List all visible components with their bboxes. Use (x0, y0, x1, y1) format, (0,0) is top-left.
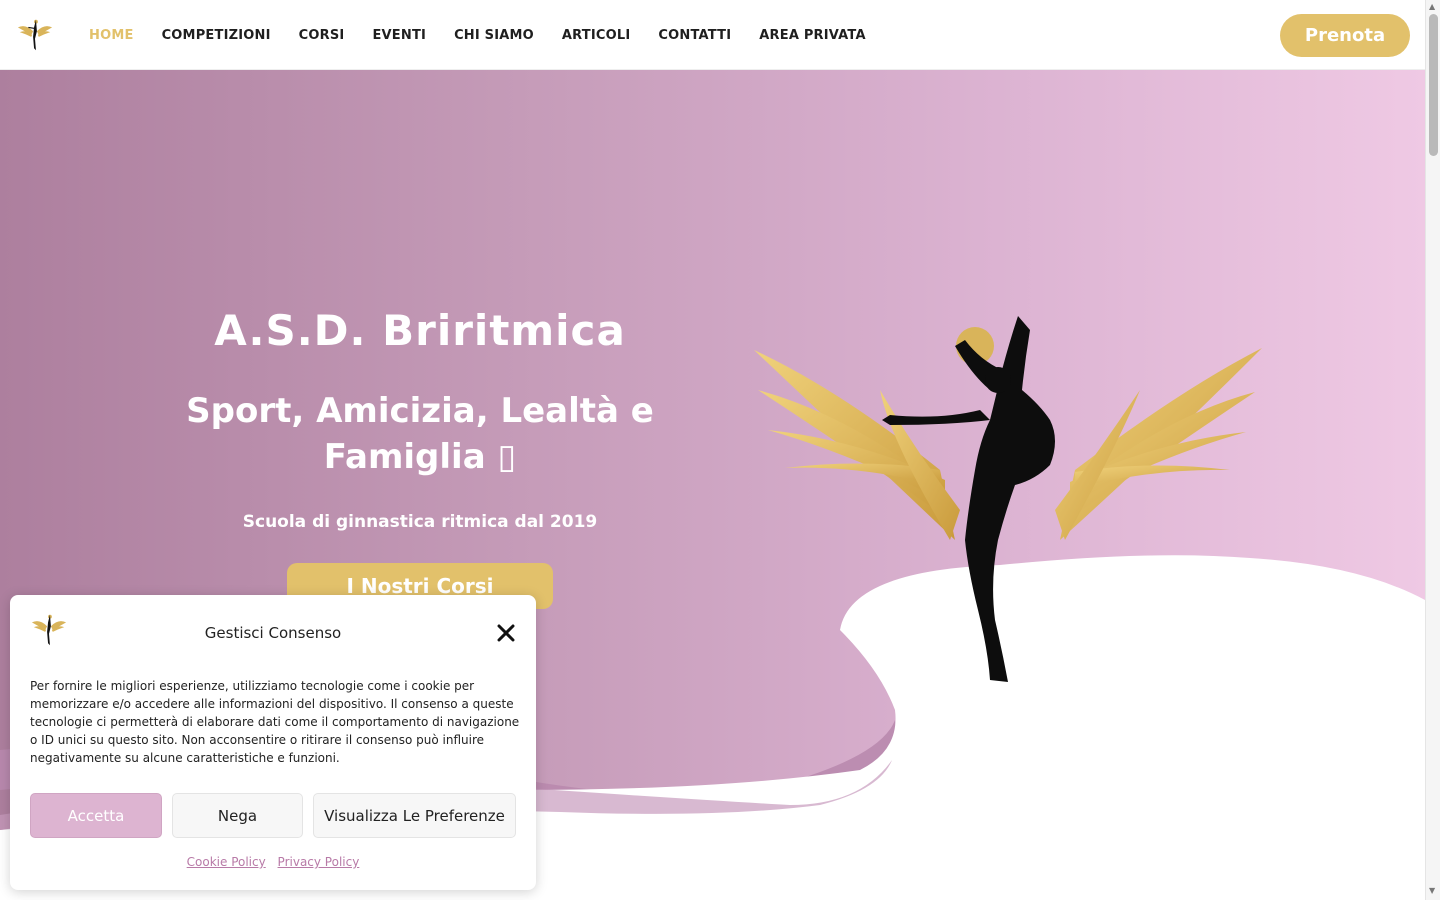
hero-tagline: Scuola di ginnastica ritmica dal 2019 (242, 512, 598, 532)
deny-button[interactable]: Nega (172, 793, 303, 838)
site-header: HOME COMPETIZIONI CORSI EVENTI CHI SIAMO… (0, 0, 1425, 70)
cookie-consent-dialog: Gestisci Consenso Per fornire le miglior… (10, 595, 536, 890)
nav-item-competizioni[interactable]: COMPETIZIONI (162, 28, 271, 43)
scrollbar-thumb[interactable] (1429, 14, 1438, 156)
hero-title: A.S.D. Briritmica (214, 306, 626, 355)
privacy-policy-link[interactable]: Privacy Policy (278, 855, 360, 869)
nav-item-corsi[interactable]: CORSI (299, 28, 345, 43)
main-nav: HOME COMPETIZIONI CORSI EVENTI CHI SIAMO… (89, 0, 894, 70)
nav-item-chi-siamo[interactable]: CHI SIAMO (454, 28, 534, 43)
gymnast-with-wings-illustration (754, 316, 1262, 682)
nav-item-articoli[interactable]: ARTICOLI (562, 28, 631, 43)
nav-item-area-privata[interactable]: AREA PRIVATA (759, 28, 865, 43)
cookie-dialog-title: Gestisci Consenso (204, 624, 342, 642)
cookie-links: Cookie Policy Privacy Policy (10, 855, 536, 869)
scroll-down-arrow-icon[interactable]: ▼ (1429, 886, 1435, 895)
hero-subtitle: Sport, Amicizia, Lealtà e Famiglia ▯ (186, 391, 654, 477)
nav-item-contatti[interactable]: CONTATTI (658, 28, 731, 43)
page-scrollbar[interactable]: ▲ ▼ (1425, 0, 1440, 900)
nav-item-home[interactable]: HOME (89, 28, 134, 43)
scroll-up-arrow-icon[interactable]: ▲ (1429, 2, 1435, 11)
nav-item-eventi[interactable]: EVENTI (372, 28, 426, 43)
accept-button[interactable]: Accetta (30, 793, 162, 838)
prenota-button[interactable]: Prenota (1280, 14, 1410, 57)
close-icon[interactable] (496, 623, 516, 643)
cookie-dialog-text: Per fornire le migliori esperienze, util… (30, 679, 520, 765)
cookie-policy-link[interactable]: Cookie Policy (187, 855, 266, 869)
view-preferences-button[interactable]: Visualizza Le Preferenze (313, 793, 516, 838)
site-logo-icon[interactable] (16, 16, 54, 54)
